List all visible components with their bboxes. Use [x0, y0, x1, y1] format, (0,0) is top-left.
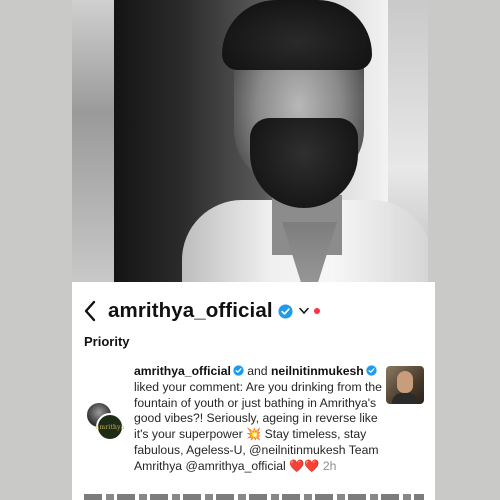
- notification-text: amrithya_official and neilnitinmukesh li…: [134, 364, 382, 475]
- top-bar: amrithya_official: [72, 294, 435, 328]
- notification-dot-icon: [313, 308, 320, 314]
- notification-item[interactable]: amrithya amrithya_official and neilnitin…: [84, 364, 434, 494]
- next-notification-preview: [84, 494, 424, 500]
- verified-icon: [366, 365, 377, 376]
- photo-hair: [222, 0, 372, 70]
- verified-icon: [278, 303, 293, 319]
- post-thumbnail[interactable]: [386, 366, 424, 404]
- chevron-down-icon[interactable]: [298, 307, 309, 315]
- account-username[interactable]: amrithya_official: [108, 299, 273, 323]
- notification-user-1[interactable]: amrithya_official: [134, 364, 231, 378]
- notification-message: liked your comment: Are you drinking fro…: [134, 379, 382, 473]
- notification-card: amrithya_official Priority amrithya amri…: [72, 282, 435, 500]
- verified-icon: [233, 365, 244, 376]
- back-icon[interactable]: [72, 294, 108, 328]
- avatar-logo-text: amrithya: [95, 423, 125, 431]
- notification-user-2[interactable]: neilnitinmukesh: [271, 364, 364, 378]
- section-title: Priority: [84, 334, 130, 349]
- photo-left-panel: [72, 0, 114, 282]
- notification-connector: and: [243, 364, 271, 378]
- post-photo: [72, 0, 428, 282]
- avatar[interactable]: amrithya: [86, 402, 124, 441]
- avatar-primary: amrithya: [96, 413, 124, 441]
- notification-time: 2h: [322, 458, 337, 473]
